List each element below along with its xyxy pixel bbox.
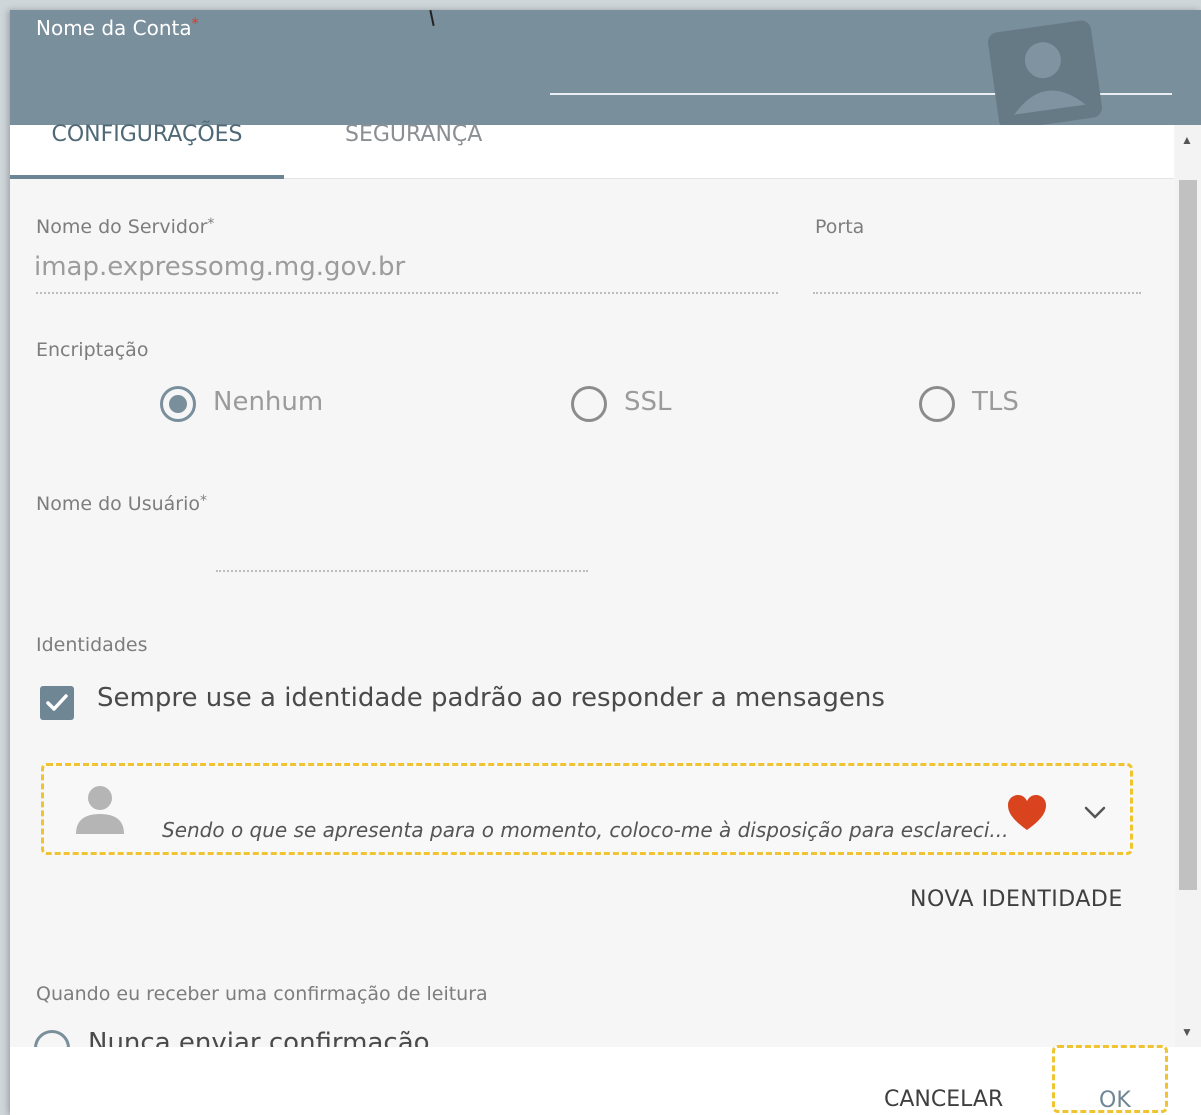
server-name-label: Nome do Servidor* [36, 216, 214, 238]
scroll-thumb[interactable] [1179, 180, 1197, 890]
account-avatar-icon[interactable] [978, 12, 1112, 138]
chevron-down-icon[interactable] [1084, 806, 1106, 820]
tab-seguranca[interactable]: SEGURANÇA [345, 124, 505, 179]
username-label-text: Nome do Usuário [36, 493, 201, 515]
ok-button[interactable]: OK [1099, 1088, 1131, 1113]
required-mark: * [191, 16, 199, 32]
username-label: Nome do Usuário* [36, 493, 207, 515]
radio-nenhum[interactable] [160, 386, 196, 422]
cancel-button[interactable]: CANCELAR [884, 1087, 1003, 1112]
tab-configuracoes[interactable]: CONFIGURAÇÕES [10, 124, 284, 179]
radio-nenhum-label[interactable]: Nenhum [213, 387, 323, 417]
server-name-label-text: Nome do Servidor [36, 216, 208, 238]
scroll-down-arrow-icon[interactable]: ▼ [1181, 1025, 1193, 1039]
account-settings-dialog: Nome da Conta* CONFIGURAÇÕES SEGURANÇA ▲… [10, 10, 1201, 1115]
identity-signature: Sendo o que se apresenta para o momento,… [162, 818, 1009, 842]
dialog-footer: CANCELAR OK [10, 1045, 1201, 1115]
account-name-label: Nome da Conta* [36, 16, 199, 40]
vertical-scrollbar[interactable]: ▲ ▼ [1175, 125, 1201, 1050]
person-icon [76, 786, 124, 834]
read-receipt-label: Quando eu receber uma confirmação de lei… [36, 983, 488, 1005]
username-input[interactable] [216, 570, 588, 572]
server-name-underline [36, 292, 778, 294]
server-name-input[interactable]: imap.expressomg.mg.gov.br [34, 252, 405, 282]
radio-ssl-label[interactable]: SSL [624, 387, 672, 417]
tab-bar: CONFIGURAÇÕES SEGURANÇA [10, 124, 1174, 179]
port-label: Porta [815, 216, 865, 238]
port-input[interactable] [813, 292, 1141, 294]
new-identity-button[interactable]: NOVA IDENTIDADE [910, 887, 1123, 912]
always-default-label[interactable]: Sempre use a identidade padrão ao respon… [97, 683, 885, 713]
required-mark: * [200, 493, 208, 509]
always-default-checkbox[interactable] [40, 686, 74, 720]
required-mark: * [207, 216, 215, 232]
identities-label: Identidades [36, 634, 148, 656]
account-name-label-text: Nome da Conta [36, 16, 192, 40]
radio-tls[interactable] [919, 386, 955, 422]
scroll-up-arrow-icon[interactable]: ▲ [1181, 133, 1193, 147]
ok-button-highlight: OK [1052, 1045, 1168, 1113]
encryption-label: Encriptação [36, 339, 149, 361]
identity-card[interactable]: Sendo o que se apresenta para o momento,… [41, 763, 1133, 855]
dialog-header: Nome da Conta* [10, 10, 1201, 130]
checkmark-icon [46, 694, 68, 711]
radio-ssl[interactable] [571, 386, 607, 422]
radio-tls-label[interactable]: TLS [972, 387, 1019, 417]
heart-icon[interactable] [1007, 794, 1047, 832]
